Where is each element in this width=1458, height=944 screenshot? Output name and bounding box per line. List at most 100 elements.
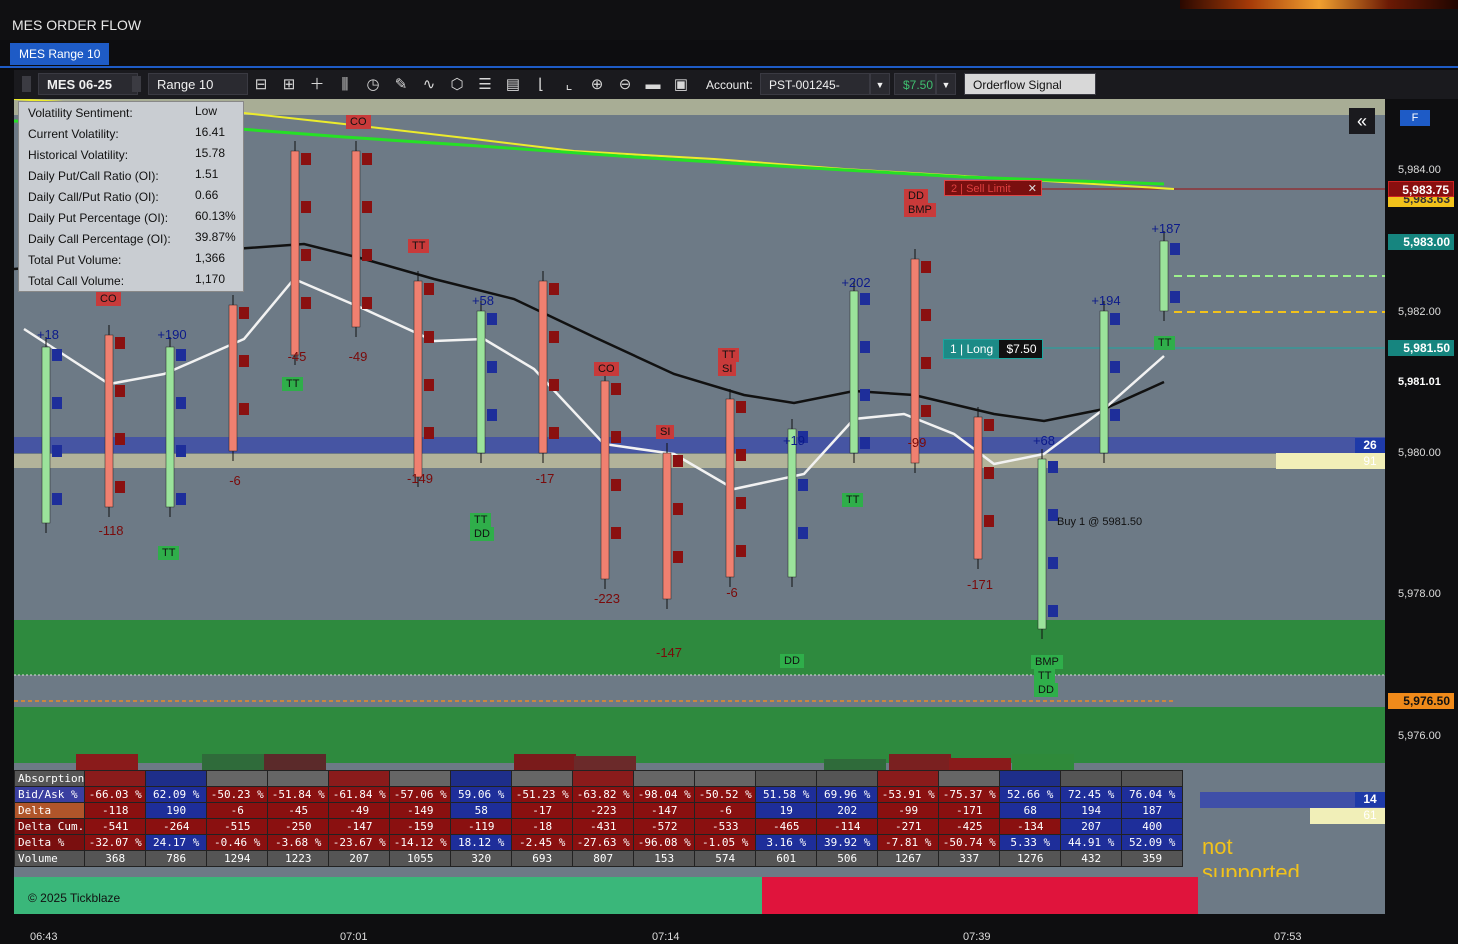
footprint-cell xyxy=(301,201,311,213)
grid-count-tag: 61 xyxy=(1355,808,1385,822)
footprint-cell xyxy=(860,373,870,385)
info-value: 1,366 xyxy=(195,251,226,265)
footprint-cell xyxy=(487,393,497,405)
orderflow-signal-pack-button[interactable]: Orderflow Signal Pack xyxy=(964,73,1096,114)
f-button[interactable]: F xyxy=(1400,110,1430,126)
time-label: 07:53 xyxy=(1274,931,1302,943)
price-axis[interactable]: F xyxy=(1385,99,1458,944)
stats-cell: -32.07 % xyxy=(84,834,147,851)
footprint-cell xyxy=(362,265,372,277)
signal-co: CO xyxy=(346,115,371,129)
footprint-cell xyxy=(52,477,62,489)
bar-style-icon[interactable]: ⊟ xyxy=(250,74,272,96)
crosshair-icon[interactable]: ＋ xyxy=(306,74,328,96)
copyright: © 2025 Tickblaze xyxy=(28,891,121,905)
time-axis[interactable] xyxy=(0,914,1458,944)
collapse-panel-icon[interactable]: « xyxy=(1349,108,1375,134)
stats-cell: 207 xyxy=(328,850,391,867)
stats-cell: 807 xyxy=(572,850,635,867)
signal-tt: TT xyxy=(718,348,740,362)
candlestick-icon[interactable]: ⫼ xyxy=(334,74,356,96)
save-icon[interactable]: ▣ xyxy=(670,74,692,96)
footprint-cell xyxy=(860,293,870,305)
chevron-down-icon[interactable]: ▼ xyxy=(936,73,956,95)
footprint-cell xyxy=(52,493,62,505)
axis-scale-icon[interactable]: ⌞ xyxy=(558,74,580,96)
footprint-cell xyxy=(736,401,746,413)
footprint-candle xyxy=(787,428,797,578)
footprint-cell xyxy=(984,499,994,511)
footprint-cell xyxy=(673,471,683,483)
stats-cell: -45 xyxy=(267,802,330,819)
close-icon[interactable]: ✕ xyxy=(1028,181,1037,197)
stats-cell: 432 xyxy=(1060,850,1123,867)
value-area-band xyxy=(14,454,1385,468)
footprint-cell xyxy=(611,383,621,395)
footprint-cell xyxy=(860,325,870,337)
sell-limit-order[interactable]: 2 | Sell Limit ✕ xyxy=(944,180,1042,196)
clock-icon[interactable]: ◷ xyxy=(362,74,384,96)
stats-cell: -271 xyxy=(877,818,940,835)
stats-cell: -50.23 % xyxy=(206,786,269,803)
footprint-cell xyxy=(52,349,62,361)
footprint-cell xyxy=(860,389,870,401)
footprint-cell xyxy=(424,331,434,343)
trendline-icon[interactable]: ∿ xyxy=(418,74,440,96)
support-zone-upper xyxy=(14,620,1385,675)
footprint-cell xyxy=(798,559,808,571)
footprint-cell xyxy=(487,361,497,373)
delta-label: +68 xyxy=(1032,433,1056,448)
pencil-icon[interactable]: ✎ xyxy=(390,74,412,96)
long-position-tag[interactable]: 1 | Long $7.50 xyxy=(943,339,1043,359)
footprint-cell xyxy=(239,355,249,367)
tab-row: MES Range 10 xyxy=(0,40,1458,68)
footprint-cell xyxy=(115,417,125,429)
signal-tt: TT xyxy=(282,377,304,391)
tab-mes-range-10[interactable]: MES Range 10 xyxy=(10,43,110,65)
symbol-selector[interactable]: MES 06-25 xyxy=(38,73,138,95)
stats-cell xyxy=(877,770,940,787)
axis-icon[interactable]: ⌊ xyxy=(530,74,552,96)
signal-dd: DD xyxy=(780,654,804,668)
stats-cell: -53.91 % xyxy=(877,786,940,803)
footprint-cell xyxy=(984,531,994,543)
cube-icon[interactable]: ⬡ xyxy=(446,74,468,96)
bar-type-selector[interactable]: Range 10 xyxy=(148,73,248,95)
zoom-in-icon[interactable]: ⊕ xyxy=(586,74,608,96)
footprint-cell xyxy=(1110,313,1120,325)
footprint-cell xyxy=(115,385,125,397)
footprint-cell xyxy=(549,427,559,439)
indicator-icon[interactable]: ⊞ xyxy=(278,74,300,96)
info-label: Daily Put/Call Ratio (OI): xyxy=(28,169,159,183)
stats-cell xyxy=(267,770,330,787)
footprint-candle xyxy=(413,280,423,478)
footprint-cell xyxy=(798,495,808,507)
delta-label: -147 xyxy=(655,645,683,660)
delta-label: +202 xyxy=(841,275,871,290)
price-label: 5,982.00 xyxy=(1398,306,1441,318)
stats-cell: 24.17 % xyxy=(145,834,208,851)
long-position-pnl: $7.50 xyxy=(1006,342,1037,356)
chevron-down-icon[interactable]: ▼ xyxy=(870,73,890,95)
signal-bmp: BMP xyxy=(904,203,936,217)
drag-handle[interactable] xyxy=(132,76,141,92)
footprint-cell xyxy=(1048,461,1058,473)
stats-cell: 1294 xyxy=(206,850,269,867)
footprint-cell xyxy=(921,357,931,369)
zoom-out-icon[interactable]: ⊖ xyxy=(614,74,636,96)
footprint-cell xyxy=(52,413,62,425)
footprint-candle xyxy=(725,398,735,578)
folder-icon[interactable]: ▬ xyxy=(642,74,664,96)
drag-handle[interactable] xyxy=(22,76,31,92)
grid-count-tag: 14 xyxy=(1355,792,1385,807)
stats-row-label: Absorption xyxy=(13,770,86,787)
delta-label: +58 xyxy=(471,293,495,308)
stats-cell: 19 xyxy=(755,802,818,819)
footprint-cell xyxy=(176,397,186,409)
stats-cell: -27.63 % xyxy=(572,834,635,851)
footprint-cell xyxy=(115,433,125,445)
list-icon[interactable]: ☰ xyxy=(474,74,496,96)
template-icon[interactable]: ▤ xyxy=(502,74,524,96)
account-selector[interactable]: PST-001245-W001 xyxy=(760,73,870,114)
footprint-candle xyxy=(104,334,114,508)
